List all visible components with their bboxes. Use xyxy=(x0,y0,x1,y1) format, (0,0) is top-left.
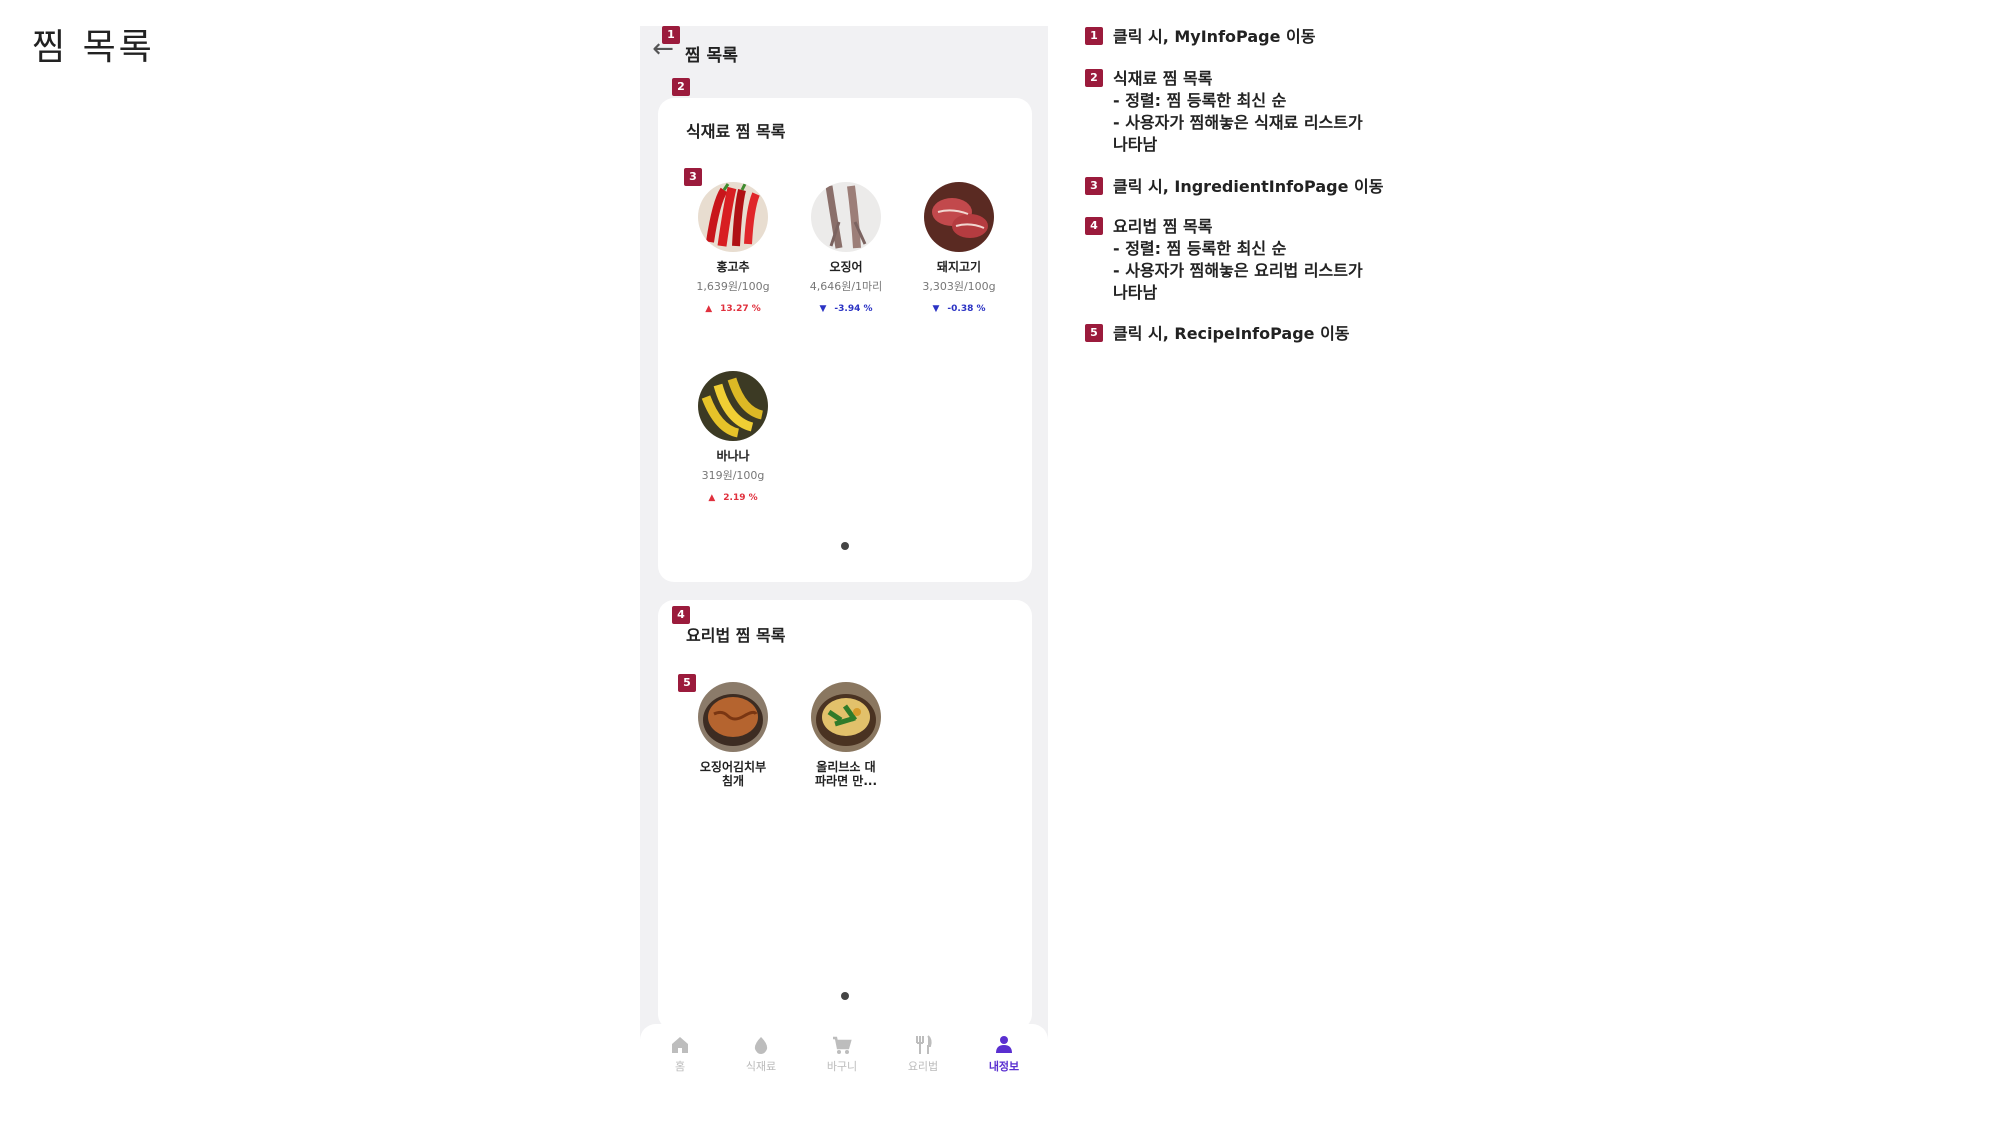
ingredient-item[interactable]: 오징어 4,646원/1마리 ▼ -3.94 % xyxy=(788,182,904,314)
cart-icon xyxy=(812,1034,872,1056)
ingredient-item[interactable]: 바나나 319원/100g ▲ 2.19 % xyxy=(675,371,791,503)
recipe-item[interactable]: 올리브소 대 파라면 만... xyxy=(788,682,904,788)
page-indicator-dot xyxy=(841,542,849,550)
squid-image xyxy=(811,182,881,252)
ingredient-item[interactable]: 홍고추 1,639원/100g ▲ 13.27 % xyxy=(675,182,791,314)
bottom-tab-bar: 홈 식재료 바구니 요리법 내정보 xyxy=(640,1024,1048,1086)
top-bar: ← 1 찜 목록 2 xyxy=(640,26,1048,102)
down-arrow-icon: ▼ xyxy=(932,304,940,314)
kimchi-pancake-image xyxy=(698,682,768,752)
red-pepper-image xyxy=(698,182,768,252)
down-arrow-icon: ▼ xyxy=(819,304,827,314)
ingredient-section-title: 식재료 찜 목록 xyxy=(686,122,786,141)
slide-title: 찜 목록 xyxy=(32,27,155,68)
up-arrow-icon: ▲ xyxy=(705,304,713,314)
note-4: 4 요리법 찜 목록 - 정렬: 찜 등록한 최신 순 - 사용자가 찜해놓은 … xyxy=(1085,216,1425,302)
annotation-badge-1: 1 xyxy=(662,26,680,44)
note-2: 2 식재료 찜 목록 - 정렬: 찜 등록한 최신 순 - 사용자가 찜해놓은 … xyxy=(1085,68,1425,154)
banana-image xyxy=(698,371,768,441)
recipe-item[interactable]: 오징어김치부 침개 xyxy=(675,682,791,788)
pork-image xyxy=(924,182,994,252)
recipe-section-title: 요리법 찜 목록 xyxy=(686,626,786,645)
tab-home[interactable]: 홈 xyxy=(650,1034,710,1074)
note-3: 3 클릭 시, IngredientInfoPage 이동 xyxy=(1085,176,1425,196)
home-icon xyxy=(650,1034,710,1056)
person-icon xyxy=(974,1034,1034,1056)
ingredient-favorites-card: 식재료 찜 목록 3 홍고추 1,639원/100g ▲ 13.27 % 오징어 … xyxy=(658,98,1032,582)
fork-knife-icon xyxy=(893,1034,953,1056)
olive-pasta-image xyxy=(811,682,881,752)
page-indicator-dot xyxy=(841,992,849,1000)
tab-basket[interactable]: 바구니 xyxy=(812,1034,872,1074)
tab-my-info[interactable]: 내정보 xyxy=(974,1034,1034,1074)
phone-screen: ← 1 찜 목록 2 식재료 찜 목록 3 홍고추 1,639원/100g ▲ 1… xyxy=(640,26,1048,1086)
recipe-favorites-card: 4 요리법 찜 목록 5 오징어김치부 침개 올리브소 대 파라면 만... xyxy=(658,600,1032,1030)
ingredient-item[interactable]: 돼지고기 3,303원/100g ▼ -0.38 % xyxy=(901,182,1017,314)
note-1: 1 클릭 시, MyInfoPage 이동 xyxy=(1085,26,1425,46)
tab-ingredients[interactable]: 식재료 xyxy=(731,1034,791,1074)
tab-recipes[interactable]: 요리법 xyxy=(893,1034,953,1074)
note-5: 5 클릭 시, RecipeInfoPage 이동 xyxy=(1085,323,1425,343)
up-arrow-icon: ▲ xyxy=(708,493,716,503)
page-title: 찜 목록 xyxy=(685,46,738,66)
ingredient-icon xyxy=(731,1034,791,1056)
annotation-badge-2: 2 xyxy=(672,78,690,96)
